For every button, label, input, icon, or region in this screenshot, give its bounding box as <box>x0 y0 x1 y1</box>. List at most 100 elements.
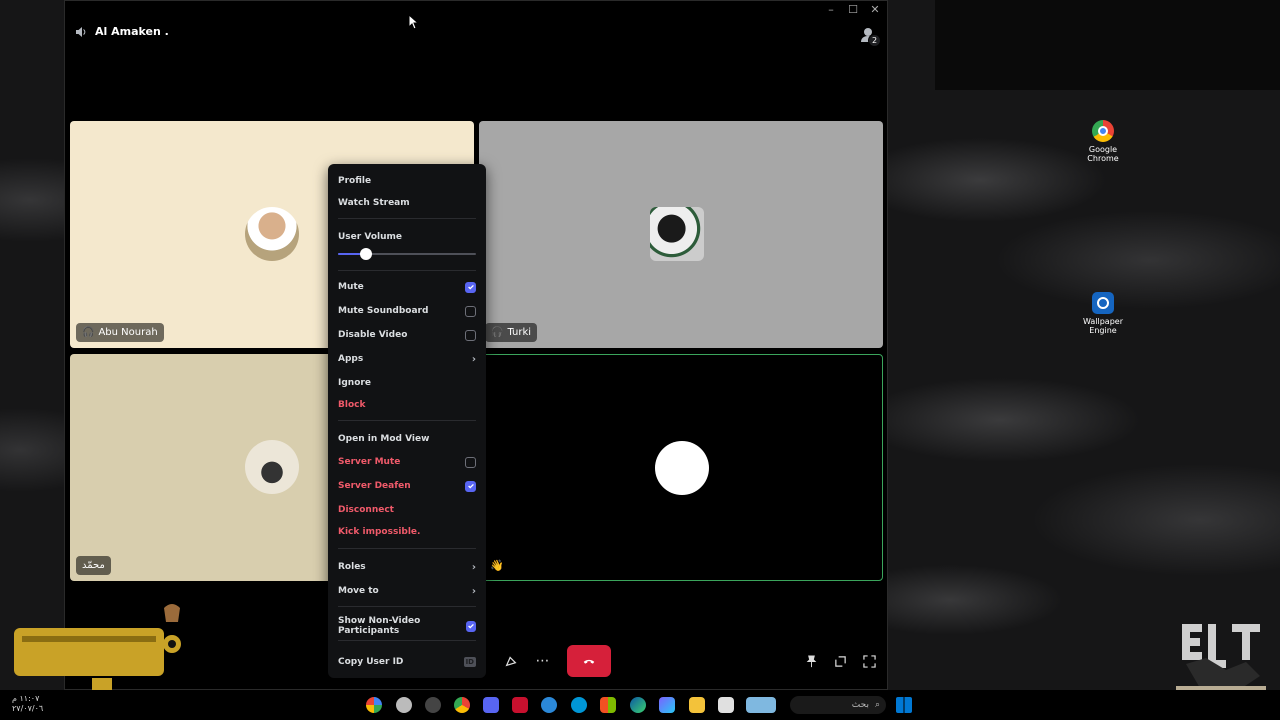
taskbar-app-icon[interactable] <box>718 697 734 713</box>
disconnect-call-button[interactable] <box>567 645 611 677</box>
taskbar-clock[interactable]: ١١:٠٧ م ٢٧/٠٧/٠٦ <box>12 694 43 714</box>
menu-label: Disable Video <box>338 330 408 340</box>
server-deafen-checkbox[interactable] <box>465 480 476 492</box>
desktop-icon-label: Engine <box>1089 326 1117 335</box>
desktop-icon-wallpaper-engine[interactable]: Wallpaper Engine <box>1073 292 1133 335</box>
menu-label: Server Mute <box>338 457 401 467</box>
menu-label: Block <box>338 400 366 410</box>
menu-item-disconnect[interactable]: Disconnect <box>338 501 476 519</box>
wallpaper-engine-icon <box>1092 292 1114 314</box>
user-volume-slider[interactable] <box>338 248 476 260</box>
desktop-icon-label: Wallpaper <box>1082 317 1123 326</box>
menu-item-server-deafen[interactable]: Server Deafen <box>338 477 476 495</box>
hang-up-icon <box>583 659 595 664</box>
menu-item-roles[interactable]: Roles › <box>338 558 476 576</box>
menu-item-mute[interactable]: Mute <box>338 278 476 296</box>
settings-icon[interactable] <box>396 697 412 713</box>
menu-label: Disconnect <box>338 505 394 515</box>
minimize-icon[interactable]: – <box>825 3 837 16</box>
taskbar-app-icon[interactable] <box>425 697 441 713</box>
menu-item-server-mute[interactable]: Server Mute <box>338 453 476 471</box>
menu-item-disable-video[interactable]: Disable Video <box>338 326 476 344</box>
edge-icon[interactable] <box>630 697 646 713</box>
disable-video-checkbox[interactable] <box>465 329 476 341</box>
popout-button[interactable] <box>824 645 856 677</box>
ellipsis-icon: ⋯ <box>535 653 551 669</box>
menu-label: Mute <box>338 282 364 292</box>
slider-handle[interactable] <box>360 248 372 260</box>
window-controls: – ☐ ✕ <box>825 3 881 16</box>
menu-item-block[interactable]: Block <box>338 396 476 414</box>
more-options-button[interactable]: ⋯ <box>527 645 559 677</box>
menu-item-apps[interactable]: Apps › <box>338 350 476 368</box>
participant-tile-speaking[interactable]: 👋 <box>479 354 883 581</box>
pin-button[interactable] <box>795 645 827 677</box>
close-icon[interactable]: ✕ <box>869 3 881 16</box>
hp-icon[interactable] <box>571 697 587 713</box>
menu-item-copy-user-id[interactable]: Copy User ID ID <box>338 653 476 671</box>
menu-label: Move to <box>338 586 379 596</box>
menu-divider <box>338 420 476 421</box>
desktop-icon-label: Google <box>1088 145 1118 154</box>
show-non-video-checkbox[interactable] <box>466 620 476 632</box>
maximize-icon[interactable]: ☐ <box>847 3 859 16</box>
participant-name: Turki <box>507 327 532 338</box>
chrome-icon[interactable] <box>454 697 470 713</box>
copilot-icon[interactable] <box>659 697 675 713</box>
file-explorer-icon[interactable] <box>689 697 705 713</box>
menu-divider <box>338 548 476 549</box>
avatar <box>655 441 709 495</box>
mute-soundboard-checkbox[interactable] <box>465 305 476 317</box>
desktop-icon-label: Chrome <box>1087 154 1119 163</box>
discord-icon[interactable] <box>483 697 499 713</box>
start-icon[interactable] <box>896 697 912 713</box>
pin-icon <box>806 654 816 667</box>
desktop-icon-chrome[interactable]: Google Chrome <box>1073 120 1133 163</box>
store-icon[interactable] <box>600 697 616 713</box>
menu-item-move-to[interactable]: Move to › <box>338 582 476 600</box>
mute-checkbox[interactable] <box>465 281 476 293</box>
search-icon: ⌕ <box>874 700 880 710</box>
activity-button[interactable]: 2 <box>859 25 881 47</box>
clock-time: ١١:٠٧ م <box>12 694 40 703</box>
menu-item-kick[interactable]: Kick impossible. <box>338 523 476 541</box>
menu-divider <box>338 270 476 271</box>
menu-item-profile[interactable]: Profile <box>338 172 476 190</box>
taskbar-app-icon[interactable] <box>541 697 557 713</box>
menu-item-open-mod-view[interactable]: Open in Mod View <box>338 430 476 448</box>
participant-name: Abu Nourah <box>98 327 158 338</box>
chevron-right-icon: › <box>471 561 476 573</box>
watermark-logo <box>14 604 181 692</box>
mcafee-icon[interactable] <box>512 697 528 713</box>
clock-date: ٢٧/٠٧/٠٦ <box>12 704 44 713</box>
search-placeholder: بحث <box>851 700 869 710</box>
menu-label: Kick impossible. <box>338 527 421 537</box>
menu-label: Watch Stream <box>338 198 410 208</box>
menu-item-mute-soundboard[interactable]: Mute Soundboard <box>338 302 476 320</box>
participant-name-tag: 🎧 Abu Nourah <box>76 323 164 342</box>
wave-icon: 👋 <box>490 559 504 572</box>
elite-level-logo <box>1176 624 1266 698</box>
menu-item-show-non-video[interactable]: Show Non-Video Participants <box>338 616 476 636</box>
participant-tile[interactable]: 🎧 Turki <box>479 121 883 348</box>
headphones-icon: 🎧 <box>82 327 95 338</box>
id-icon: ID <box>463 657 476 667</box>
menu-label: Mute Soundboard <box>338 306 429 316</box>
taskbar-app-icon[interactable] <box>366 697 382 713</box>
participant-name: محمّد <box>82 560 105 571</box>
fullscreen-button[interactable] <box>853 645 885 677</box>
soundboard-button[interactable] <box>495 645 527 677</box>
taskbar-search[interactable]: بحث ⌕ <box>790 696 886 714</box>
headphones-off-icon: 🎧 <box>491 327 504 338</box>
menu-label: Server Deafen <box>338 481 411 491</box>
soundboard-icon <box>505 656 517 667</box>
avatar <box>650 207 704 261</box>
menu-item-ignore[interactable]: Ignore <box>338 374 476 392</box>
server-mute-checkbox[interactable] <box>465 456 476 468</box>
menu-item-watch-stream[interactable]: Watch Stream <box>338 194 476 212</box>
participant-name-tag: 🎧 Turki <box>485 323 538 342</box>
menu-label: Apps <box>338 354 364 364</box>
chevron-right-icon: › <box>471 585 476 597</box>
weather-icon[interactable] <box>746 697 776 713</box>
avatar <box>245 440 299 494</box>
